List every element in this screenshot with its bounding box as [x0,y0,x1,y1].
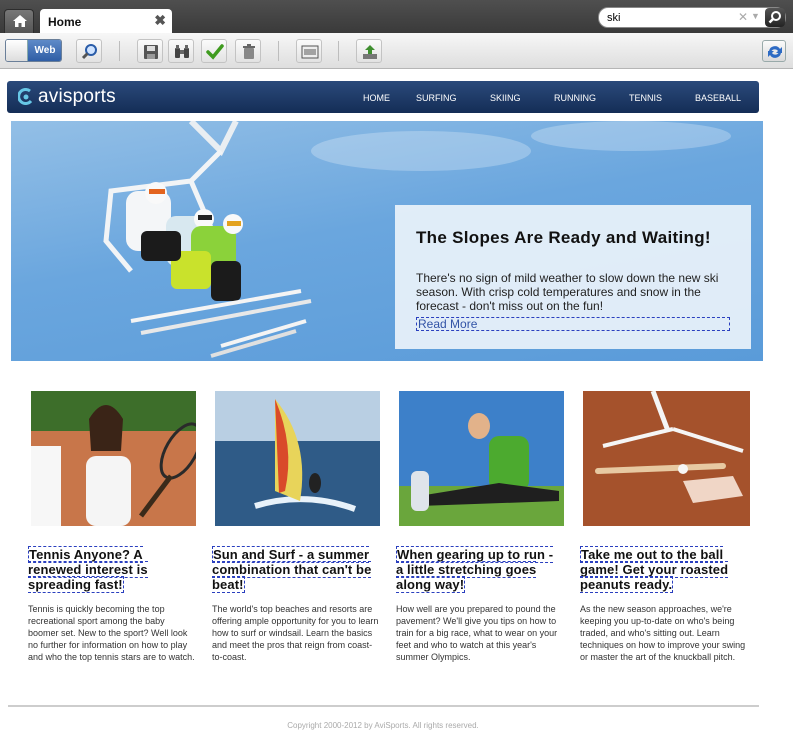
baseball-image[interactable] [583,391,750,526]
upload-icon [363,45,377,59]
layout-button[interactable] [296,39,322,63]
baseball-photo [583,391,750,526]
close-tab-icon[interactable]: ✖ [154,12,166,29]
search-box: ✕ ▼ [598,7,786,28]
footer-copyright: Copyright 2000-2012 by AviSports. All ri… [287,721,479,730]
binoculars-icon [175,45,189,58]
article-title-tennis[interactable]: Tennis Anyone? A renewed interest is spr… [28,546,188,593]
magnifier-icon [81,44,97,60]
publish-button[interactable] [356,39,382,63]
save-icon [144,45,158,59]
browser-tab-bar: Home ✖ ✕ ▼ [0,0,793,33]
article-title-running[interactable]: When gearing up to run - a little stretc… [396,546,556,593]
layout-icon [301,45,319,59]
refresh-button[interactable] [762,40,786,62]
read-more-link[interactable]: Read More [416,317,730,331]
hero-text: There's no sign of mild weather to slow … [416,271,719,313]
clear-search-icon[interactable]: ✕ [738,10,748,24]
logo-swirl-icon [18,88,33,105]
active-tab[interactable]: Home ✖ [40,9,172,33]
article-title-link[interactable]: When gearing up to run - a little stretc… [396,546,554,593]
search-button[interactable] [765,8,785,27]
trash-icon [243,44,255,59]
toolbar-separator [338,41,339,61]
tennis-image[interactable] [31,391,196,526]
article-title-baseball[interactable]: Take me out to the ball game! Get your r… [580,546,740,593]
hero-banner: The Slopes Are Ready and Waiting! There'… [11,121,763,361]
hero-title: The Slopes Are Ready and Waiting! [416,228,711,247]
footer-divider [8,705,759,707]
site-navbar: avisports HOME SURFING SKIING RUNNING TE… [7,81,759,113]
nav-skiing[interactable]: SKIING [490,93,521,103]
refresh-icon [768,46,782,58]
article-title-surf[interactable]: Sun and Surf - a summer combination that… [212,546,372,593]
browser-toolbar: Web [0,33,793,69]
view-button[interactable] [168,39,194,63]
toggle-knob [6,40,28,61]
running-image[interactable] [399,391,564,526]
article-title-link[interactable]: Sun and Surf - a summer combination that… [212,546,372,593]
article-text-tennis: Tennis is quickly becoming the top recre… [28,604,195,662]
nav-running[interactable]: RUNNING [554,93,596,103]
hero-card: The Slopes Are Ready and Waiting! There'… [395,205,751,349]
delete-button[interactable] [235,39,261,63]
stretching-photo [399,391,564,526]
home-tab-button[interactable] [4,9,34,33]
surf-image[interactable] [215,391,380,526]
approve-button[interactable] [201,39,227,63]
checkmark-icon [206,44,224,60]
search-input[interactable] [607,11,732,25]
ski-lift-image [103,121,312,358]
search-icon [768,11,781,24]
article-text-running: How well are you prepared to pound the p… [396,604,558,662]
tab-title: Home [48,15,82,29]
nav-baseball[interactable]: BASEBALL [695,93,741,103]
find-button[interactable] [76,39,102,63]
search-dropdown-icon[interactable]: ▼ [751,11,760,21]
save-button[interactable] [137,39,163,63]
nav-surfing[interactable]: SURFING [416,93,457,103]
nav-tennis[interactable]: TENNIS [629,93,662,103]
nav-home[interactable]: HOME [363,93,390,103]
tennis-photo [31,391,196,526]
toolbar-separator [278,41,279,61]
home-icon [13,15,27,27]
article-text-surf: The world's top beaches and resorts are … [212,604,379,662]
article-text-baseball: As the new season approaches, we're keep… [580,604,746,662]
article-title-link[interactable]: Tennis Anyone? A renewed interest is spr… [28,546,148,593]
brand-name: avisports [38,86,116,107]
article-title-link[interactable]: Take me out to the ball game! Get your r… [580,546,729,593]
web-mode-toggle[interactable]: Web [5,39,62,62]
toolbar-separator [119,41,120,61]
cloud [531,121,731,151]
windsurf-photo [215,391,380,526]
web-toggle-label: Web [28,40,61,61]
